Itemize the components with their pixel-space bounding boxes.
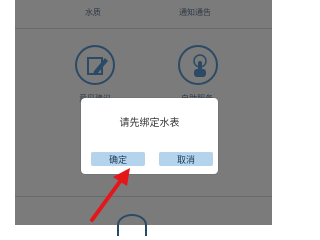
app-screen: 水质 通知通告 意见建议 自助服务 请先绑定水表 确定 取消 — [0, 0, 287, 236]
annotation-arrow-icon — [90, 168, 130, 222]
